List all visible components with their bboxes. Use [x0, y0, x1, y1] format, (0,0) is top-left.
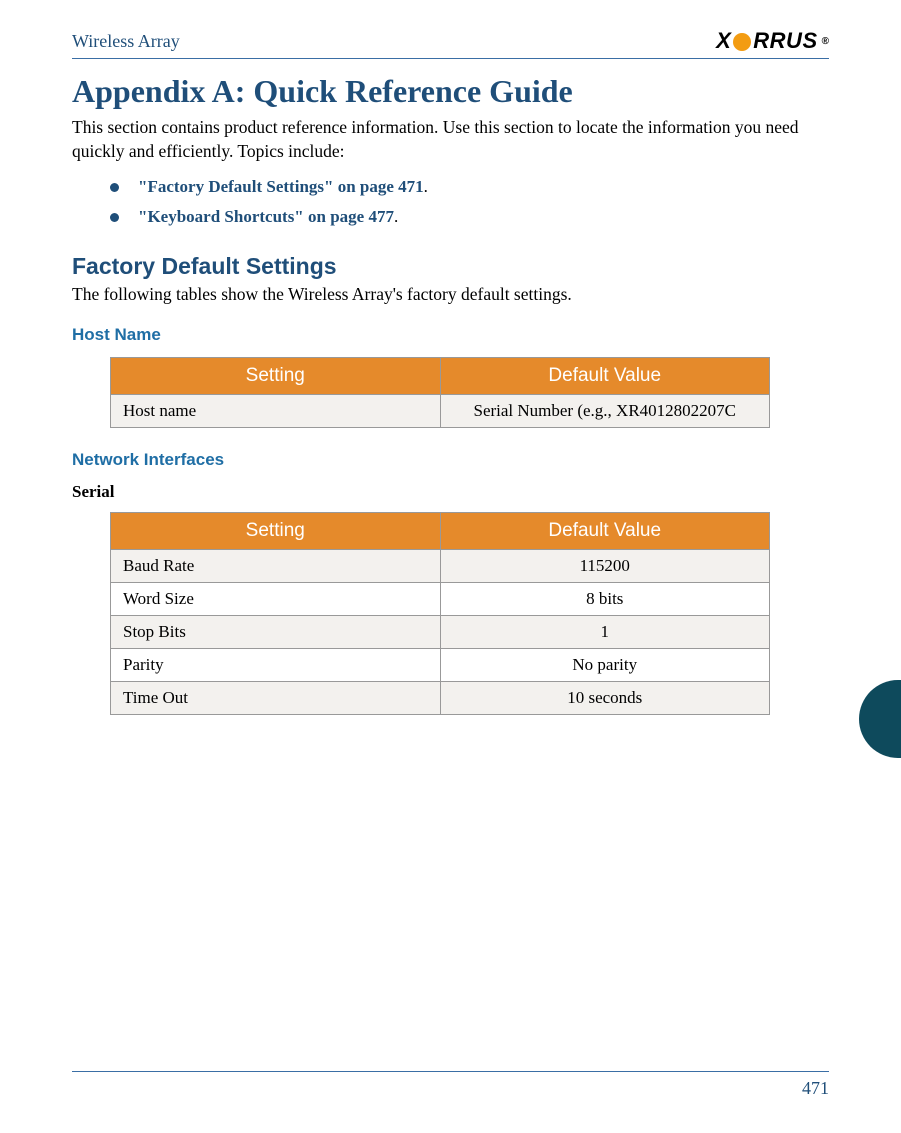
setting-cell: Stop Bits	[111, 616, 441, 649]
setting-cell: Host name	[111, 395, 441, 428]
table-row: Baud Rate 115200	[111, 550, 770, 583]
value-cell: 8 bits	[440, 583, 770, 616]
table-header-row: Setting Default Value	[111, 358, 770, 395]
col-setting: Setting	[111, 513, 441, 550]
topic-link[interactable]: "Factory Default Settings" on page 471	[138, 177, 424, 196]
side-tab-icon	[859, 680, 901, 758]
setting-cell: Word Size	[111, 583, 441, 616]
host-name-heading: Host Name	[72, 325, 829, 345]
page-header: Wireless Array X RRUS ®	[72, 28, 829, 59]
logo-registered-icon: ®	[822, 36, 829, 47]
header-title: Wireless Array	[72, 31, 180, 52]
serial-heading: Serial	[72, 482, 829, 502]
appendix-intro: This section contains product reference …	[72, 116, 829, 163]
appendix-heading: Appendix A: Quick Reference Guide	[72, 73, 829, 110]
table-header-row: Setting Default Value	[111, 513, 770, 550]
logo-text-x: X	[716, 28, 731, 54]
host-name-table: Setting Default Value Host name Serial N…	[110, 357, 770, 428]
col-value: Default Value	[440, 358, 770, 395]
table-row: Parity No parity	[111, 649, 770, 682]
value-cell: 1	[440, 616, 770, 649]
logo-dot-icon	[733, 33, 751, 51]
factory-defaults-heading: Factory Default Settings	[72, 253, 829, 280]
setting-cell: Time Out	[111, 682, 441, 715]
table-row: Host name Serial Number (e.g., XR4012802…	[111, 395, 770, 428]
bullet-icon	[110, 213, 119, 222]
setting-cell: Parity	[111, 649, 441, 682]
serial-table: Setting Default Value Baud Rate 115200 W…	[110, 512, 770, 715]
col-setting: Setting	[111, 358, 441, 395]
network-interfaces-heading: Network Interfaces	[72, 450, 829, 470]
logo-text-rrus: RRUS	[753, 28, 817, 54]
factory-defaults-desc: The following tables show the Wireless A…	[72, 284, 829, 305]
table-row: Stop Bits 1	[111, 616, 770, 649]
page-number: 471	[802, 1078, 829, 1098]
punct: .	[394, 207, 398, 226]
value-cell: 115200	[440, 550, 770, 583]
logo: X RRUS ®	[716, 28, 829, 54]
value-cell: Serial Number (e.g., XR4012802207C	[440, 395, 770, 428]
bullet-icon	[110, 183, 119, 192]
value-cell: No parity	[440, 649, 770, 682]
list-item: "Factory Default Settings" on page 471.	[110, 177, 829, 197]
punct: .	[424, 177, 428, 196]
list-item: "Keyboard Shortcuts" on page 477.	[110, 207, 829, 227]
table-row: Word Size 8 bits	[111, 583, 770, 616]
setting-cell: Baud Rate	[111, 550, 441, 583]
topic-link[interactable]: "Keyboard Shortcuts" on page 477	[138, 207, 394, 226]
topics-list: "Factory Default Settings" on page 471. …	[110, 177, 829, 227]
col-value: Default Value	[440, 513, 770, 550]
table-row: Time Out 10 seconds	[111, 682, 770, 715]
value-cell: 10 seconds	[440, 682, 770, 715]
page-footer: 471	[72, 1071, 829, 1099]
